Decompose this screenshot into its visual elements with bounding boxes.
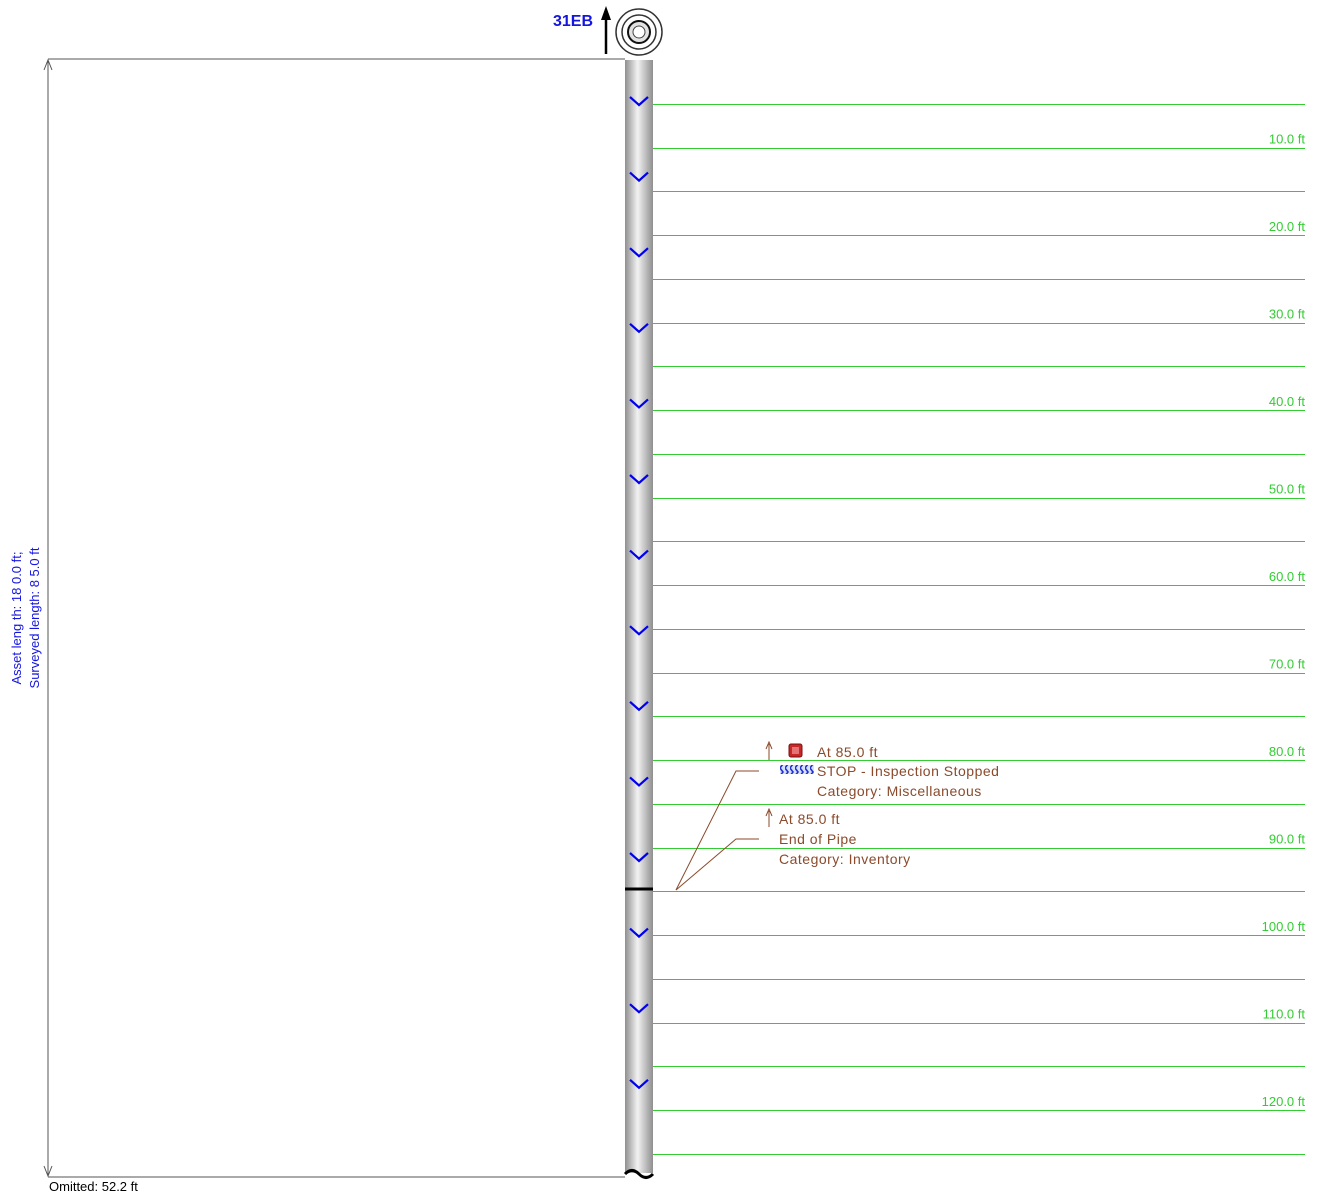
observation-position-text: At 85.0 ft	[817, 744, 878, 760]
continuous-defect-icon	[780, 765, 814, 774]
pipe-body	[625, 60, 653, 1173]
distance-grid: 10.0 ft 20.0 ft 30.0 ft 40.0 ft 50.0 ft 60.0 …	[653, 104, 1306, 1155]
distance-label: 30.0 ft	[1269, 307, 1306, 322]
observation-stop[interactable]: At 85.0 ft STOP - Inspection Stopped Cat…	[765, 740, 999, 799]
observation-arrow-icon	[765, 807, 773, 827]
pipe-diagram: Asset leng th: 18 0.0 ft; Surveyed lengt…	[9, 6, 1306, 1194]
omitted-length-text: Omitted: 52.2 ft	[49, 1179, 138, 1194]
distance-label: 120.0 ft	[1262, 1094, 1306, 1109]
distance-label: 90.0 ft	[1269, 832, 1306, 847]
stop-square-icon	[788, 743, 803, 758]
observation-arrow-icon	[765, 740, 773, 760]
distance-label: 20.0 ft	[1269, 219, 1306, 234]
distance-label: 110.0 ft	[1263, 1007, 1306, 1022]
observation-category-text: Category: Inventory	[779, 851, 911, 867]
manhole-icon[interactable]	[615, 8, 663, 56]
asset-length-text: Asset leng th: 18 0.0 ft;	[9, 552, 24, 685]
observation-position-text: At 85.0 ft	[779, 811, 840, 827]
observation-end-of-pipe[interactable]: At 85.0 ft End of Pipe Category: Invento…	[765, 807, 911, 867]
distance-label: 100.0 ft	[1262, 919, 1306, 934]
surveyed-length-text: Surveyed length: 8 5.0 ft	[27, 547, 42, 688]
distance-label: 80.0 ft	[1269, 744, 1306, 759]
distance-label: 10.0 ft	[1269, 132, 1306, 147]
asset-length-dimension	[43, 58, 625, 1178]
observation-code-text: End of Pipe	[779, 831, 857, 847]
observation-leaders	[675, 770, 759, 891]
distance-label: 50.0 ft	[1269, 482, 1306, 497]
asset-length-label: Asset leng th: 18 0.0 ft; Surveyed lengt…	[9, 547, 42, 688]
distance-label: 70.0 ft	[1269, 657, 1306, 672]
observation-category-text: Category: Miscellaneous	[817, 783, 982, 799]
observation-code-text: STOP - Inspection Stopped	[817, 763, 999, 779]
manhole-id-label: 31EB	[553, 13, 593, 30]
distance-label: 60.0 ft	[1269, 569, 1306, 584]
survey-direction-arrow-icon	[601, 6, 611, 54]
distance-label: 40.0 ft	[1269, 394, 1306, 409]
